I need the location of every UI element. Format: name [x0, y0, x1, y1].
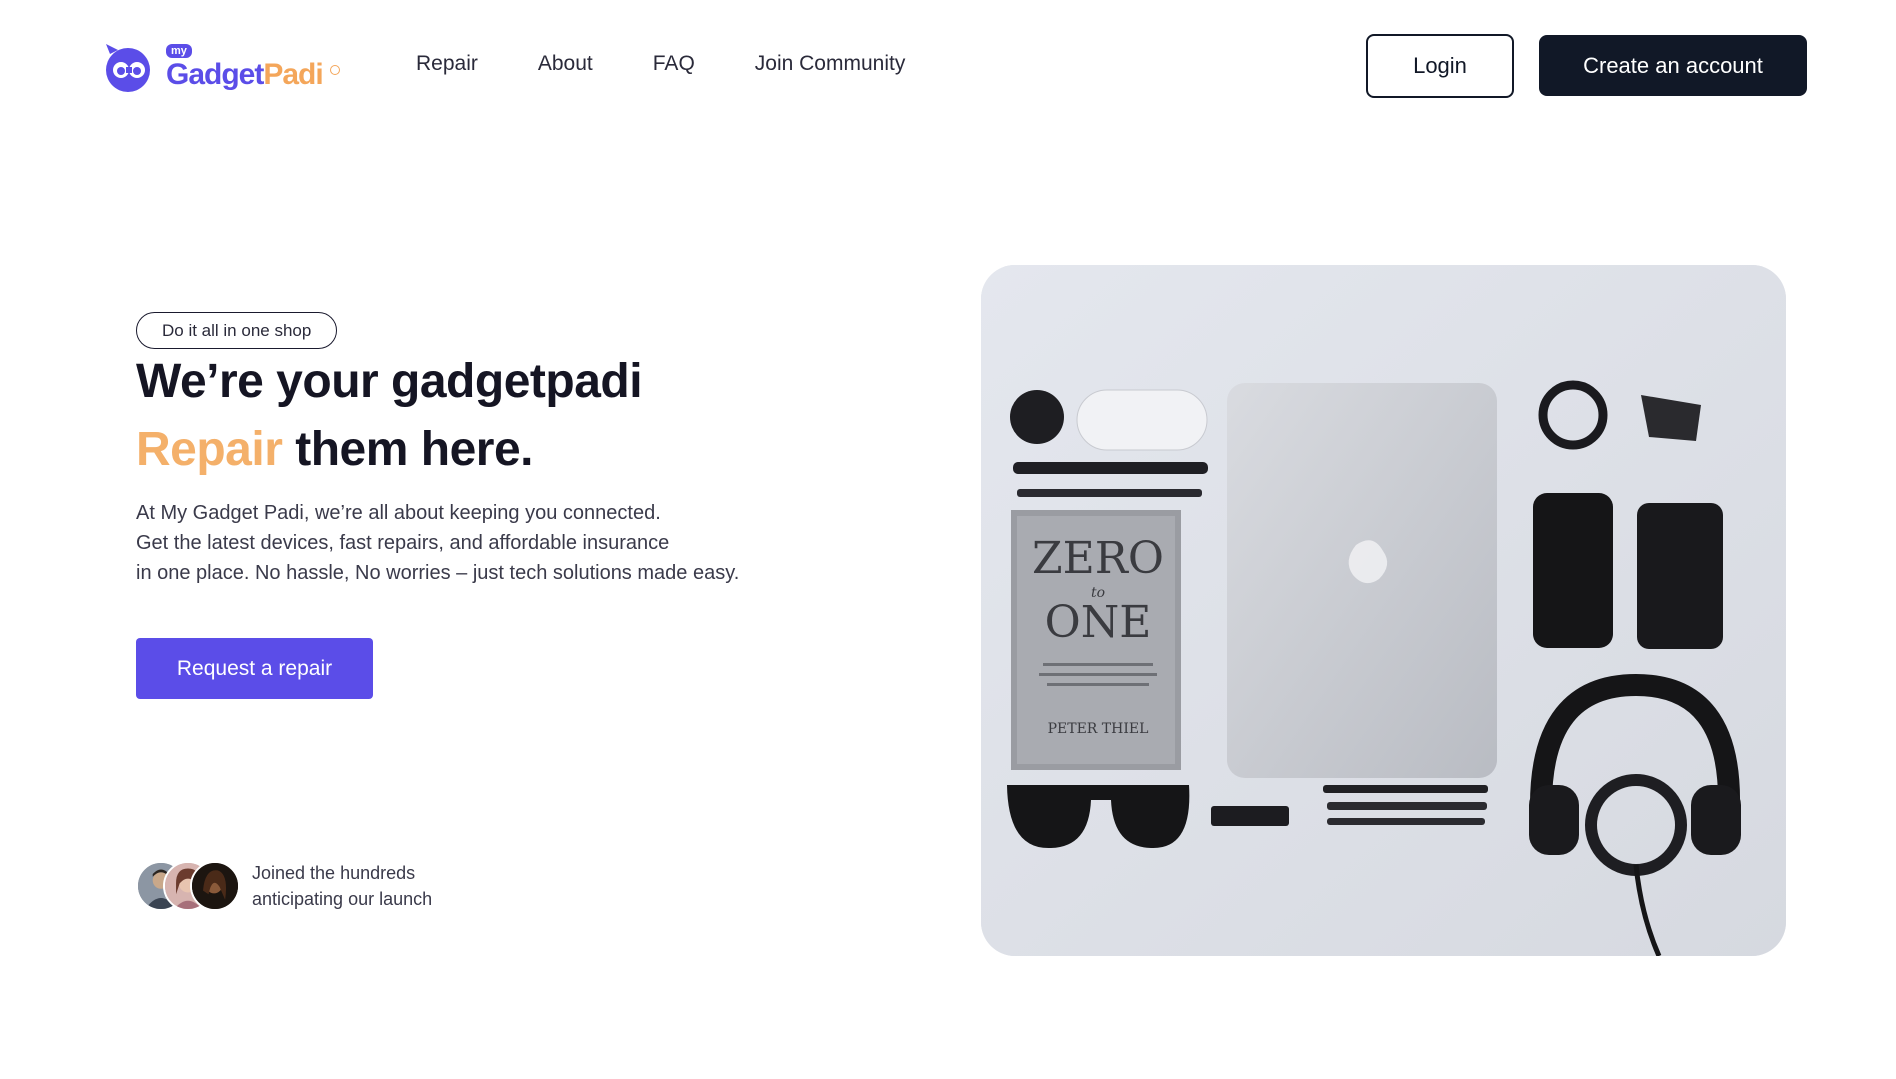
- site-header: my GadgetPadi Repair About FAQ Join Comm…: [0, 0, 1896, 132]
- logo-word-padi: Padi: [263, 58, 323, 91]
- create-account-button[interactable]: Create an account: [1539, 35, 1807, 96]
- description-line: in one place. No hassle, No worries – ju…: [136, 562, 740, 584]
- nav-item-faq[interactable]: FAQ: [653, 52, 695, 76]
- hero-subheading: Repair them here.: [136, 422, 533, 477]
- login-button[interactable]: Login: [1366, 34, 1514, 98]
- hero-subheading-rest: them here.: [295, 423, 533, 476]
- hero-description: At My Gadget Padi, we’re all about keepi…: [136, 498, 816, 588]
- book-title-one: ONE: [1045, 597, 1152, 648]
- request-repair-button[interactable]: Request a repair: [136, 638, 373, 699]
- main-nav: Repair About FAQ Join Community: [416, 52, 965, 76]
- book-author: PETER THIEL: [1048, 721, 1149, 737]
- logo-my-badge: my: [166, 44, 192, 58]
- gadgetpadi-logo-icon: [106, 44, 150, 92]
- social-proof-line: Joined the hundreds: [252, 863, 416, 883]
- flatlay-gadgets-illustration: ZERO to ONE PETER THIEL: [981, 265, 1786, 956]
- brand-logo[interactable]: my GadgetPadi: [100, 38, 345, 96]
- social-proof-text: Joined the hundreds anticipating our lau…: [252, 860, 432, 912]
- logo-wordmark: GadgetPadi: [166, 58, 324, 92]
- avatar-group: [136, 861, 240, 913]
- book-title-zero: ZERO: [1032, 533, 1164, 584]
- hero-heading: We’re your gadgetpadi: [136, 355, 643, 408]
- description-line: Get the latest devices, fast repairs, an…: [136, 532, 670, 554]
- hero-accent-word: Repair: [136, 423, 283, 476]
- avatar: [190, 861, 240, 911]
- hero-image: ZERO to ONE PETER THIEL: [981, 265, 1786, 956]
- social-proof-line: anticipating our launch: [252, 889, 433, 909]
- description-line: At My Gadget Padi, we’re all about keepi…: [136, 502, 661, 524]
- nav-item-join-community[interactable]: Join Community: [755, 52, 906, 76]
- registered-mark-icon: [330, 65, 340, 75]
- logo-word-gadget: Gadget: [166, 58, 264, 91]
- nav-item-repair[interactable]: Repair: [416, 52, 478, 76]
- tagline-pill: Do it all in one shop: [136, 312, 338, 349]
- nav-item-about[interactable]: About: [538, 52, 593, 76]
